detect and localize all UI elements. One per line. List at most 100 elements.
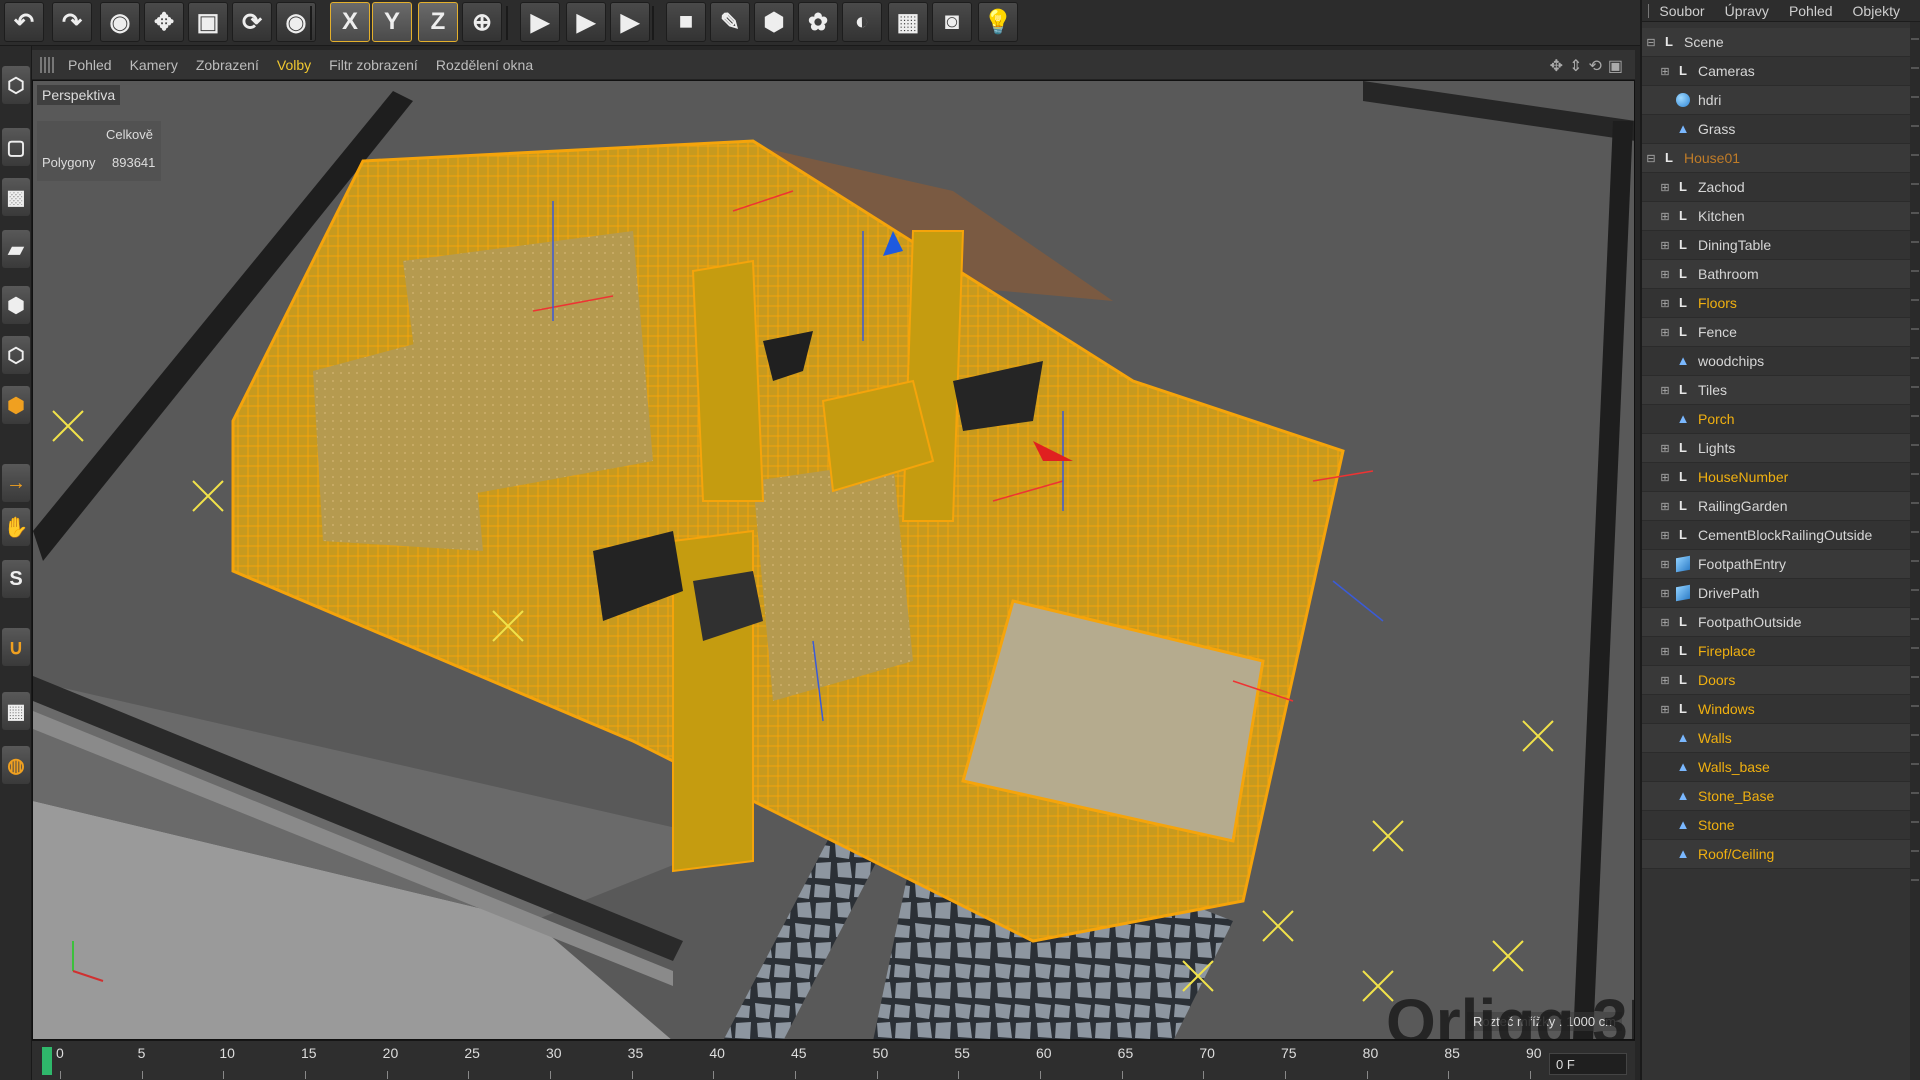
edges-mode-icon[interactable]: ⬡	[2, 336, 30, 374]
expand-toggle-icon[interactable]: ⊞	[1660, 268, 1670, 281]
object-row[interactable]: ⊞ L Fence	[1642, 318, 1912, 347]
object-row[interactable]: ▲ Porch	[1642, 405, 1912, 434]
scale-icon[interactable]: ▣	[188, 2, 228, 42]
tweak-mode-icon[interactable]: ✋	[2, 508, 30, 546]
panel-grip-icon[interactable]	[1648, 3, 1650, 18]
soft-selection-icon[interactable]: ◍	[2, 746, 30, 784]
lock-workplane-icon[interactable]: ▦	[2, 692, 30, 730]
object-row[interactable]: ▲ Walls	[1642, 724, 1912, 753]
texture-mode-icon[interactable]: ▩	[2, 178, 30, 216]
current-frame-field[interactable]: 0 F	[1549, 1053, 1627, 1075]
expand-toggle-icon[interactable]: ⊞	[1660, 616, 1670, 629]
points-mode-icon[interactable]: ⬢	[2, 286, 30, 324]
om-menu-1[interactable]: Úpravy	[1725, 3, 1769, 19]
object-row[interactable]: ⊞ L Bathroom	[1642, 260, 1912, 289]
deformer-icon[interactable]: ◐	[842, 2, 882, 42]
object-row[interactable]: ⊞ L Windows	[1642, 695, 1912, 724]
rotate-icon[interactable]: ⟳	[232, 2, 272, 42]
move-icon[interactable]: ✥	[144, 2, 184, 42]
make-editable-icon[interactable]: ⬡	[2, 66, 30, 104]
polygons-mode-icon[interactable]: ⬢	[2, 386, 30, 424]
viewport-menu-filtr-zobrazení[interactable]: Filtr zobrazení	[329, 57, 418, 73]
object-row[interactable]: ⊞ L Lights	[1642, 434, 1912, 463]
pen-icon[interactable]: ✎	[710, 2, 750, 42]
object-row[interactable]: ⊞ DrivePath	[1642, 579, 1912, 608]
render-view-icon[interactable]: ▶	[520, 2, 560, 42]
model-mode-icon[interactable]: ▢	[2, 128, 30, 166]
expand-toggle-icon[interactable]: ⊞	[1660, 210, 1670, 223]
x-axis-lock[interactable]: X	[330, 2, 370, 42]
rotate-view-icon[interactable]: ⟲	[1588, 56, 1601, 76]
magnet-icon[interactable]: ∪	[2, 628, 30, 666]
object-row[interactable]: ⊞ L Fireplace	[1642, 637, 1912, 666]
object-row[interactable]: ▲ Stone	[1642, 811, 1912, 840]
pan-view-icon[interactable]: ✥	[1550, 56, 1563, 76]
floor-icon[interactable]: ▦	[888, 2, 928, 42]
expand-toggle-icon[interactable]: ⊞	[1660, 587, 1670, 600]
axis-mode-icon[interactable]: →	[2, 464, 30, 502]
object-row[interactable]: ⊞ L Cameras	[1642, 57, 1912, 86]
coordinate-system-icon[interactable]: ⊕	[462, 2, 502, 42]
expand-toggle-icon[interactable]: ⊞	[1660, 471, 1670, 484]
expand-toggle-icon[interactable]: ⊞	[1660, 442, 1670, 455]
render-picture-viewer-icon[interactable]: ▶	[566, 2, 606, 42]
snap-icon[interactable]: S	[2, 560, 30, 598]
light-icon[interactable]: 💡	[978, 2, 1018, 42]
expand-toggle-icon[interactable]: ⊞	[1660, 703, 1670, 716]
object-row[interactable]: ▲ Stone_Base	[1642, 782, 1912, 811]
array-icon[interactable]: ✿	[798, 2, 838, 42]
undo-icon[interactable]: ↶	[4, 2, 44, 42]
3d-viewport[interactable]: Perspektiva Celkově Polygony 893641 Rozt…	[32, 80, 1635, 1040]
expand-toggle-icon[interactable]: ⊞	[1660, 529, 1670, 542]
camera-icon[interactable]: ◙	[932, 2, 972, 42]
viewport-menu-pohled[interactable]: Pohled	[68, 57, 112, 73]
expand-toggle-icon[interactable]: ⊞	[1660, 239, 1670, 252]
live-select-icon[interactable]: ◉	[100, 2, 140, 42]
expand-toggle-icon[interactable]: ⊞	[1660, 65, 1670, 78]
object-row[interactable]: ⊞ L Doors	[1642, 666, 1912, 695]
object-row[interactable]: ⊞ L Zachod	[1642, 173, 1912, 202]
expand-toggle-icon[interactable]: ⊞	[1660, 674, 1670, 687]
om-menu-3[interactable]: Objekty	[1853, 3, 1900, 19]
object-row[interactable]: ⊞ L FootpathOutside	[1642, 608, 1912, 637]
expand-toggle-icon[interactable]: ⊟	[1646, 36, 1656, 49]
expand-toggle-icon[interactable]: ⊞	[1660, 384, 1670, 397]
object-row[interactable]: ⊟ L House01	[1642, 144, 1912, 173]
cube-icon[interactable]: ■	[666, 2, 706, 42]
render-settings-icon[interactable]: ▶	[610, 2, 650, 42]
om-menu-2[interactable]: Pohled	[1789, 3, 1833, 19]
expand-toggle-icon[interactable]: ⊞	[1660, 645, 1670, 658]
expand-toggle-icon[interactable]: ⊞	[1660, 558, 1670, 571]
viewport-menu-rozdělení-okna[interactable]: Rozdělení okna	[436, 57, 533, 73]
object-row[interactable]: ▲ Roof/Ceiling	[1642, 840, 1912, 869]
object-row[interactable]: ⊞ FootpathEntry	[1642, 550, 1912, 579]
camera-label[interactable]: Perspektiva	[37, 85, 121, 105]
workplane-icon[interactable]: ▰	[2, 230, 30, 268]
object-row[interactable]: ⊞ L CementBlockRailingOutside	[1642, 521, 1912, 550]
timeline[interactable]: 0 5 10 15 20 25 30 35 40 45 50 55 60 65 70 75 80 85 90 0 F	[32, 1040, 1635, 1080]
viewport-menu-volby[interactable]: Volby	[277, 57, 311, 73]
viewport-menu-kamery[interactable]: Kamery	[130, 57, 178, 73]
object-row[interactable]: ⊞ L RailingGarden	[1642, 492, 1912, 521]
timeline-playhead[interactable]	[42, 1047, 52, 1075]
object-row[interactable]: ⊞ L DiningTable	[1642, 231, 1912, 260]
subdivision-icon[interactable]: ⬢	[754, 2, 794, 42]
object-row[interactable]: ⊞ L HouseNumber	[1642, 463, 1912, 492]
viewport-menu-zobrazení[interactable]: Zobrazení	[196, 57, 259, 73]
toggle-layout-icon[interactable]: ▣	[1608, 56, 1623, 76]
expand-toggle-icon[interactable]: ⊟	[1646, 152, 1656, 165]
redo-icon[interactable]: ↷	[52, 2, 92, 42]
object-row[interactable]: hdri	[1642, 86, 1912, 115]
om-menu-0[interactable]: Soubor	[1659, 3, 1704, 19]
expand-toggle-icon[interactable]: ⊞	[1660, 326, 1670, 339]
timeline-track[interactable]: 0 5 10 15 20 25 30 35 40 45 50 55 60 65 70 75 80 85 90	[42, 1045, 1542, 1079]
object-row[interactable]: ⊞ L Kitchen	[1642, 202, 1912, 231]
z-axis-lock[interactable]: Z	[418, 2, 458, 42]
y-axis-lock[interactable]: Y	[372, 2, 412, 42]
object-row[interactable]: ⊟ L Scene	[1642, 28, 1912, 57]
expand-toggle-icon[interactable]: ⊞	[1660, 181, 1670, 194]
panel-grip-icon[interactable]	[40, 56, 56, 73]
expand-toggle-icon[interactable]: ⊞	[1660, 500, 1670, 513]
expand-toggle-icon[interactable]: ⊞	[1660, 297, 1670, 310]
object-row[interactable]: ⊞ L Tiles	[1642, 376, 1912, 405]
